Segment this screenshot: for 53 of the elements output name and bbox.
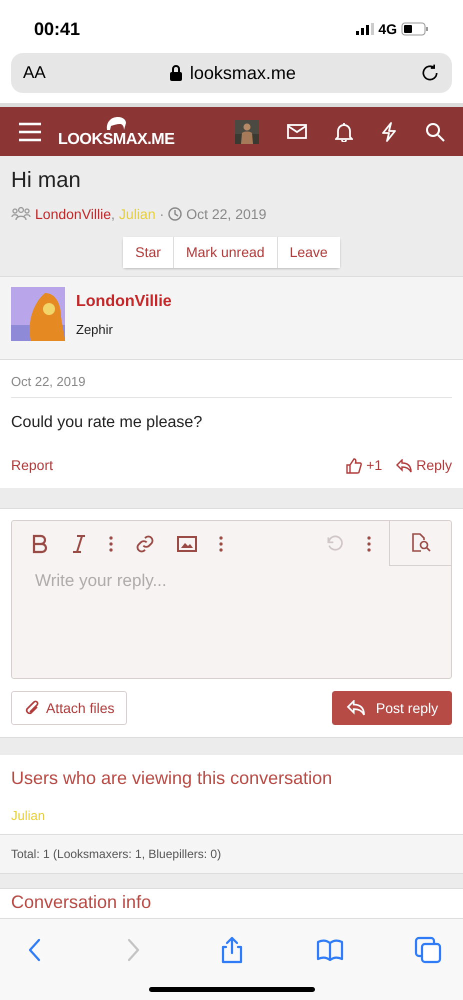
separator: · [160, 204, 164, 224]
search-icon[interactable] [425, 122, 445, 142]
battery-icon [401, 22, 429, 36]
section-title: Conversation info [10, 890, 152, 912]
action-button[interactable]: Leave [278, 236, 340, 268]
action-button[interactable]: Star [123, 236, 173, 268]
reply-field[interactable]: Write your reply... [12, 566, 451, 678]
bell-icon[interactable] [335, 122, 353, 142]
reply-icon [346, 700, 366, 716]
like-button[interactable]: +1 [346, 455, 382, 476]
action-button[interactable]: Mark unread [174, 236, 277, 268]
clock-icon [168, 207, 182, 221]
italic-icon[interactable] [71, 534, 87, 554]
attach-files-button[interactable]: Attach files [11, 691, 128, 725]
message-body: Could you rate me please? [11, 413, 204, 433]
viewer-total: Total: 1 (Looksmaxers: 1, Bluepillers: 0) [11, 846, 222, 860]
lock-icon [170, 65, 182, 81]
site-logo[interactable]: LOOKSMAX.ME [58, 132, 174, 148]
post-reply-button[interactable]: Post reply [332, 691, 452, 725]
signal-icon [356, 23, 374, 35]
report-link[interactable]: Report [11, 455, 54, 476]
image-icon[interactable] [177, 536, 197, 552]
reply-editor[interactable]: Write your reply... [11, 520, 452, 679]
user-title: Zephir [76, 320, 114, 339]
reply-icon [396, 458, 412, 472]
more-icon[interactable] [367, 536, 371, 552]
more-icon[interactable] [109, 536, 113, 552]
section-title: Users who are viewing this conversation [10, 767, 334, 790]
preview-icon[interactable] [410, 533, 430, 553]
hair-logo-icon [105, 116, 128, 130]
status-time: 00:41 [34, 18, 80, 40]
url-text: looksmax.me [190, 62, 296, 84]
lightning-icon[interactable] [381, 122, 397, 142]
more-icon[interactable] [219, 536, 223, 552]
text-size-button[interactable]: AA [23, 60, 46, 86]
paperclip-icon [24, 699, 40, 717]
reload-icon[interactable] [420, 63, 440, 83]
network-label: 4G [378, 20, 397, 38]
author-name[interactable]: LondonVillie [76, 290, 172, 314]
thumbs-up-icon [346, 458, 362, 474]
comma: , [111, 204, 115, 224]
tabs-icon[interactable] [413, 935, 443, 965]
menu-icon[interactable] [18, 122, 42, 142]
bold-icon[interactable] [31, 534, 49, 554]
conversation-title: Hi man [11, 166, 82, 194]
conversation-date: Oct 22, 2019 [186, 204, 266, 224]
mail-icon[interactable] [287, 124, 307, 139]
users-icon [11, 207, 31, 221]
link-icon[interactable] [135, 534, 155, 554]
message-date: Oct 22, 2019 [11, 372, 452, 398]
address-bar[interactable]: AA looksmax.me [11, 53, 452, 93]
reply-button[interactable]: Reply [396, 455, 452, 476]
participant-link[interactable]: LondonVillie [35, 204, 112, 224]
